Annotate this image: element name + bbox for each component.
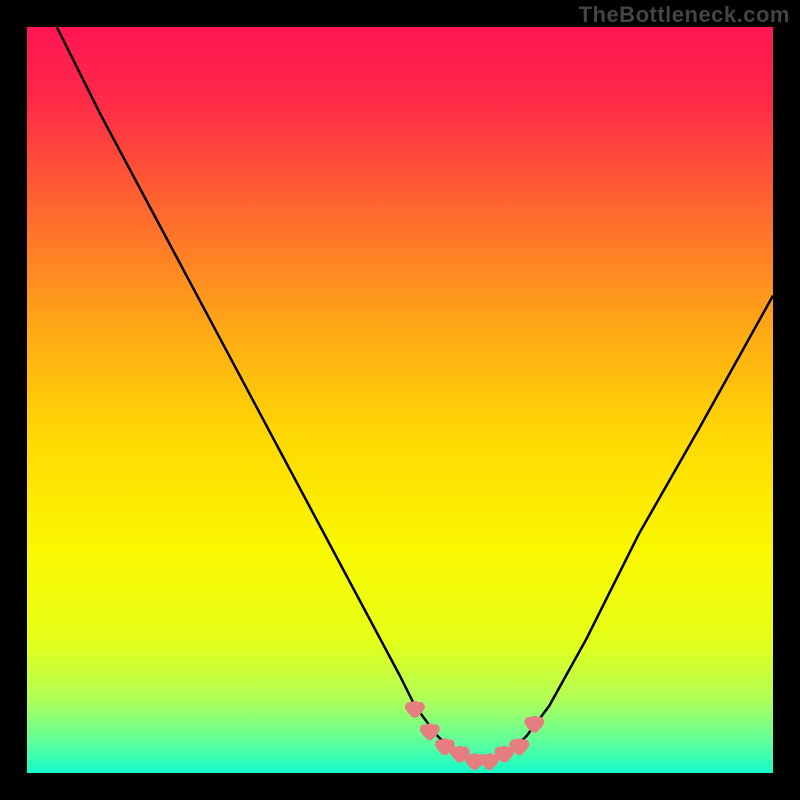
valley-dot (440, 745, 450, 755)
valley-dot (470, 760, 480, 770)
chart-frame: TheBottleneck.com (0, 0, 800, 800)
valley-dot (425, 730, 435, 740)
valley-dot (529, 723, 539, 733)
valley-dot (455, 753, 465, 763)
valley-dot (499, 753, 509, 763)
watermark-text: TheBottleneck.com (579, 2, 790, 28)
gradient-background (27, 27, 773, 773)
valley-dot (514, 745, 524, 755)
chart-plot-area (27, 27, 773, 773)
valley-dot (410, 708, 420, 718)
chart-svg (27, 27, 773, 773)
valley-dot (485, 760, 495, 770)
